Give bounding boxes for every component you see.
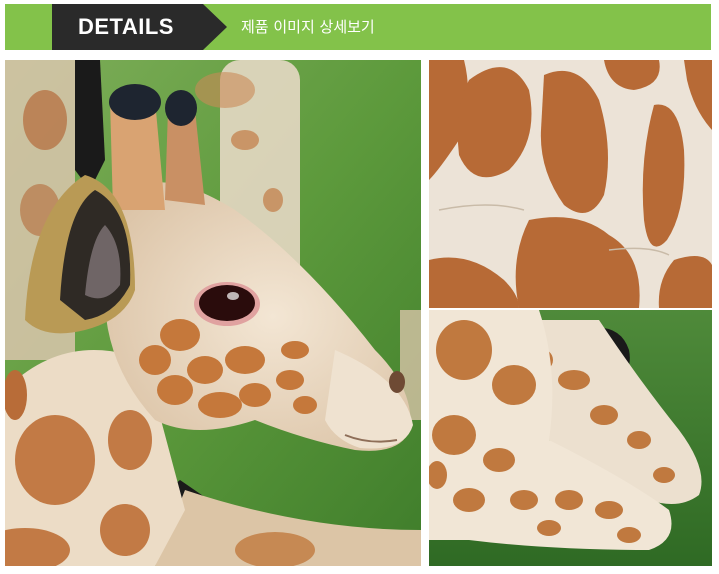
photo-giraffe-legs	[429, 310, 712, 566]
details-tag: DETAILS	[52, 4, 227, 50]
details-title: DETAILS	[78, 14, 174, 39]
photo-giraffe-head	[5, 60, 421, 566]
photo-giraffe-spots	[429, 60, 712, 308]
spots-texture-illustration	[429, 60, 712, 308]
details-header-bar: DETAILS 제품 이미지 상세보기	[5, 4, 711, 50]
legs-on-grass-illustration	[429, 310, 712, 566]
giraffe-head-illustration	[5, 60, 421, 566]
details-subtitle: 제품 이미지 상세보기	[241, 18, 375, 36]
